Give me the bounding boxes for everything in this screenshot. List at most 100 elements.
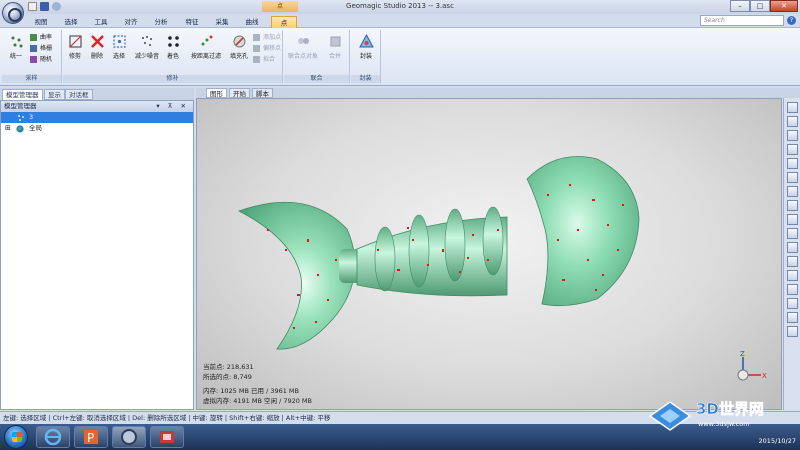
view-front-icon[interactable] [787,130,798,141]
random-sample-button[interactable]: 随机 [30,55,52,64]
ribbon-tab-row: 视图 选择 工具 对齐 分析 特征 采集 曲线 点 [0,14,800,28]
wrap-icon [358,34,374,48]
delete-button[interactable]: 删除 [87,34,107,60]
group-sampling: 统一 曲率 格栅 随机 采样 [2,30,62,83]
view-bottom-icon[interactable] [787,200,798,211]
fit-button[interactable]: 拟合 [253,55,275,64]
close-button[interactable]: ✕ [770,0,798,12]
view-right-icon[interactable] [787,172,798,183]
grid-icon [30,45,37,52]
clock-date: 2015/10/27 [758,437,796,445]
rotate-view-icon[interactable] [787,116,798,127]
virtual-memory-label: 虚拟内存: 4191 MB 空闲 / 7920 MB [203,397,312,405]
view-left-icon[interactable] [787,158,798,169]
tab-select[interactable]: 选择 [60,16,82,28]
scan-model[interactable] [197,99,782,410]
merge-point-objects-button[interactable]: 联合点对象 [286,34,320,60]
combine-icon [330,36,340,47]
view-top-icon[interactable] [787,186,798,197]
tab-analysis[interactable]: 分析 [150,16,172,28]
fit-icon [253,56,260,63]
panel-controls[interactable]: ▾ ⊼ ✕ [156,101,189,112]
tab-tools[interactable]: 工具 [90,16,112,28]
distance-filter-button[interactable]: 按距离过滤 [189,34,223,60]
curvature-icon [30,34,37,41]
tab-features[interactable]: 特征 [181,16,203,28]
group-repair: 修剪 删除 选择 减少噪音 着色 按距离过滤 填充孔 添加点 偏移点 拟合 修补 [63,30,283,83]
graphics-viewport[interactable]: 当前点: 218,631 所选的点: 8,749 内存: 1025 MB 已用 … [196,98,782,410]
tab-dialog[interactable]: 对话框 [65,89,93,100]
unify-button[interactable]: 统一 [6,34,26,60]
shade-button[interactable]: 着色 [163,34,183,60]
start-button[interactable] [4,425,28,449]
point-cloud-icon [18,115,24,121]
color-map-icon[interactable] [787,298,798,309]
axis-triad: Z X [737,350,767,381]
window-title: Geomagic Studio 2013 -- 3.asc [346,2,454,10]
tree-item-global[interactable]: ⊞ 全局 [1,123,193,134]
delete-icon [90,35,104,48]
reduce-noise-icon [141,36,152,46]
taskbar-other-app[interactable] [150,426,184,448]
tab-display[interactable]: 显示 [44,89,65,100]
wrap-button[interactable]: 封装 [355,34,377,60]
measure-icon[interactable] [787,326,798,337]
taskbar-ie[interactable] [36,426,70,448]
tab-align[interactable]: 对齐 [120,16,142,28]
clip-plane-icon[interactable] [787,312,798,323]
tab-capture[interactable]: 采集 [211,16,233,28]
view-back-icon[interactable] [787,144,798,155]
taskbar-powerpoint[interactable]: P [74,426,108,448]
fin-4 [482,206,504,276]
panel-header: 模型管理器 ▾ ⊼ ✕ [1,101,193,112]
wireframe-icon[interactable] [787,284,798,295]
select-icon [112,35,126,48]
select-button[interactable]: 选择 [109,34,129,60]
group-label-wrap: 封装 [351,75,380,83]
tab-start[interactable]: 开始 [229,88,250,98]
expand-icon[interactable]: ⊞ [5,125,13,133]
combine-button[interactable]: 合并 [324,34,346,60]
panel-title: 模型管理器 [4,102,37,110]
left-hemisphere [237,201,356,350]
shade-icon [167,36,179,47]
application-menu-button[interactable] [2,2,24,24]
search-input[interactable]: Search [700,15,784,26]
left-panel-tabs: 模型管理器 显示 对话框 [0,88,194,100]
minimize-button[interactable]: – [730,0,750,12]
render-mode-icon[interactable] [787,270,798,281]
tab-model-manager[interactable]: 模型管理器 [2,89,43,100]
fin-3 [444,208,466,282]
tree-item-point-object[interactable]: 3 [1,112,193,123]
group-combine: 联合点对象 合并 联合 [284,30,350,83]
pan-icon[interactable] [787,242,798,253]
view-iso-icon[interactable] [787,214,798,225]
grid-sample-button[interactable]: 格栅 [30,44,52,53]
reduce-noise-button[interactable]: 减少噪音 [133,34,161,60]
memory-label: 内存: 1025 MB 已用 / 3961 MB [203,387,299,395]
curvature-sample-button[interactable]: 曲率 [30,33,52,42]
tab-graphics[interactable]: 图形 [206,88,227,98]
tab-curves[interactable]: 曲线 [241,16,263,28]
lighting-icon[interactable] [787,256,798,267]
axis-x-label: X [762,372,767,380]
tab-points[interactable]: 点 [271,16,297,28]
trim-icon [68,35,82,48]
taskbar-geomagic[interactable] [112,426,146,448]
current-points-label: 当前点: 218,631 [203,363,254,371]
tab-script[interactable]: 脚本 [252,88,273,98]
offset-points-button[interactable]: 偏移点 [253,44,281,53]
group-wrap: 封装 封装 [351,30,381,83]
watermark-title: 3D世界网 [696,400,764,418]
zoom-icon[interactable] [787,228,798,239]
fill-holes-button[interactable]: 填充孔 [227,34,251,60]
maximize-button[interactable]: □ [750,0,770,12]
view-fit-icon[interactable] [787,102,798,113]
tab-view[interactable]: 视图 [30,16,52,28]
trim-button[interactable]: 修剪 [65,34,85,60]
help-icon[interactable]: ? [787,16,796,25]
title-bar: 点 Geomagic Studio 2013 -- 3.asc – □ ✕ [0,0,800,24]
add-points-button[interactable]: 添加点 [253,33,281,42]
group-label-sampling: 采样 [2,75,61,83]
ribbon-panel: 统一 曲率 格栅 随机 采样 修剪 删除 选择 减少噪音 着色 按距离过滤 填充… [0,28,800,86]
